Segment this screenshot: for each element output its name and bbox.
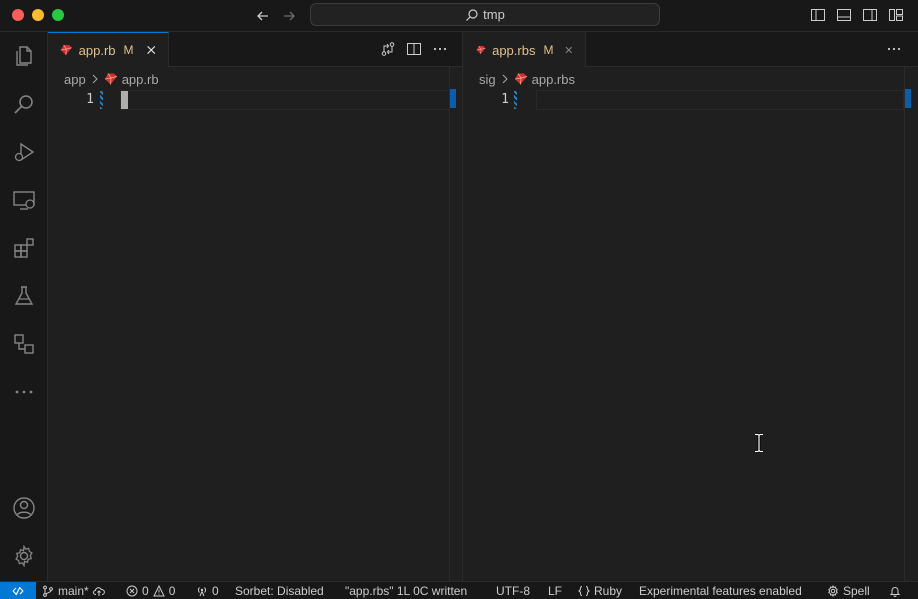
status-bar: main* 0 0 0 Sorbet: Disabled "app.rbs" 1…	[0, 581, 918, 599]
more-icon[interactable]	[12, 380, 36, 404]
close-window-button[interactable]	[12, 9, 24, 21]
modified-line-gutter	[514, 91, 517, 109]
vim-message: "app.rbs" 1L 0C written	[345, 584, 468, 598]
editor-group-right: app.rbs M sig app.rbs 1	[464, 32, 918, 581]
open-changes-icon[interactable]	[380, 41, 396, 57]
tab-bar: app.rbs M	[464, 32, 918, 67]
cloud-upload-icon[interactable]	[92, 585, 105, 597]
spell-label: Spell	[843, 584, 870, 598]
tab-label: app.rbs	[492, 42, 536, 58]
split-editor-icon[interactable]	[406, 41, 422, 57]
toggle-secondary-sidebar-icon[interactable]	[862, 7, 878, 23]
editor-group-left: app.rb M app app.rb 1	[48, 32, 463, 581]
breadcrumb-folder[interactable]: sig	[479, 72, 496, 87]
breadcrumb-file[interactable]: app.rbs	[532, 72, 575, 87]
line-number: 1	[86, 92, 94, 107]
more-actions-icon[interactable]	[432, 41, 448, 57]
problems-status[interactable]: 0 0	[126, 582, 175, 599]
run-debug-icon[interactable]	[12, 140, 36, 164]
ports-count: 0	[212, 584, 219, 598]
sorbet-status[interactable]: Sorbet: Disabled	[235, 582, 324, 599]
braces-icon	[578, 586, 590, 596]
search-icon	[466, 8, 478, 21]
toggle-primary-sidebar-icon[interactable]	[810, 7, 826, 23]
spell-status[interactable]: Spell	[827, 582, 870, 599]
close-icon[interactable]	[563, 42, 575, 58]
chevron-right-icon	[502, 74, 508, 84]
remote-icon	[12, 586, 24, 596]
breadcrumb-folder[interactable]: app	[64, 72, 86, 87]
gear-icon	[828, 585, 838, 597]
ruby-icon	[476, 45, 486, 54]
modified-line-gutter	[100, 91, 103, 109]
text-cursor-icon	[755, 433, 763, 453]
close-icon[interactable]	[144, 42, 158, 58]
ruby-icon	[104, 73, 117, 85]
arrow-right-icon[interactable]	[279, 6, 299, 26]
git-branch-icon	[43, 585, 53, 597]
remote-explorer-icon[interactable]	[12, 188, 36, 212]
explorer-icon[interactable]	[12, 44, 36, 68]
overview-ruler-mark	[450, 89, 456, 108]
branch-name: main*	[58, 584, 89, 598]
modified-indicator: M	[123, 43, 134, 57]
settings-gear-icon[interactable]	[12, 544, 36, 568]
title-bar: tmp	[0, 0, 918, 32]
current-line-highlight	[536, 90, 904, 110]
tab-label: app.rb	[78, 42, 116, 58]
overview-ruler-mark	[905, 89, 911, 108]
breadcrumb: app app.rb	[64, 69, 159, 89]
tab-app-rb[interactable]: app.rb M	[48, 32, 169, 67]
line-number: 1	[501, 92, 509, 107]
branch-status[interactable]: main*	[42, 582, 105, 599]
bell-icon	[889, 587, 901, 597]
more-actions-icon[interactable]	[886, 41, 902, 57]
error-count: 0	[142, 584, 149, 598]
encoding-status[interactable]: UTF-8	[496, 582, 530, 599]
vertical-scrollbar[interactable]	[449, 67, 463, 581]
notifications-status[interactable]	[889, 582, 901, 599]
ports-status[interactable]: 0	[196, 582, 219, 599]
command-center-search[interactable]: tmp	[310, 3, 660, 26]
account-icon[interactable]	[12, 496, 36, 520]
source-control-graph-icon[interactable]	[12, 332, 36, 356]
language-name: Ruby	[594, 584, 623, 598]
vertical-scrollbar[interactable]	[904, 67, 918, 581]
customize-layout-icon[interactable]	[888, 7, 904, 23]
breadcrumb-file[interactable]: app.rb	[122, 72, 159, 87]
warning-count: 0	[168, 584, 176, 598]
tab-bar: app.rb M	[48, 32, 462, 67]
current-line-highlight	[120, 90, 450, 110]
chevron-right-icon	[92, 74, 98, 84]
block-cursor	[121, 91, 128, 109]
tab-app-rbs[interactable]: app.rbs M	[464, 32, 586, 67]
maximize-window-button[interactable]	[52, 9, 64, 21]
language-status[interactable]: Ruby	[578, 582, 622, 599]
eol-status[interactable]: LF	[548, 582, 562, 599]
ruby-icon	[514, 73, 527, 85]
ruby-icon	[60, 44, 72, 55]
experimental-status[interactable]: Experimental features enabled	[639, 582, 802, 599]
testing-icon[interactable]	[12, 284, 36, 308]
arrow-left-icon[interactable]	[253, 6, 273, 26]
activity-bar	[0, 32, 48, 581]
modified-indicator: M	[543, 43, 554, 57]
warning-icon	[152, 585, 165, 597]
extensions-icon[interactable]	[12, 236, 36, 260]
minimize-window-button[interactable]	[32, 9, 44, 21]
error-icon	[126, 585, 138, 597]
command-center-label: tmp	[483, 7, 505, 22]
remote-indicator[interactable]	[0, 582, 36, 599]
search-icon[interactable]	[12, 92, 36, 116]
broadcast-icon	[197, 587, 207, 597]
breadcrumb: sig app.rbs	[479, 69, 575, 89]
toggle-panel-icon[interactable]	[836, 7, 852, 23]
